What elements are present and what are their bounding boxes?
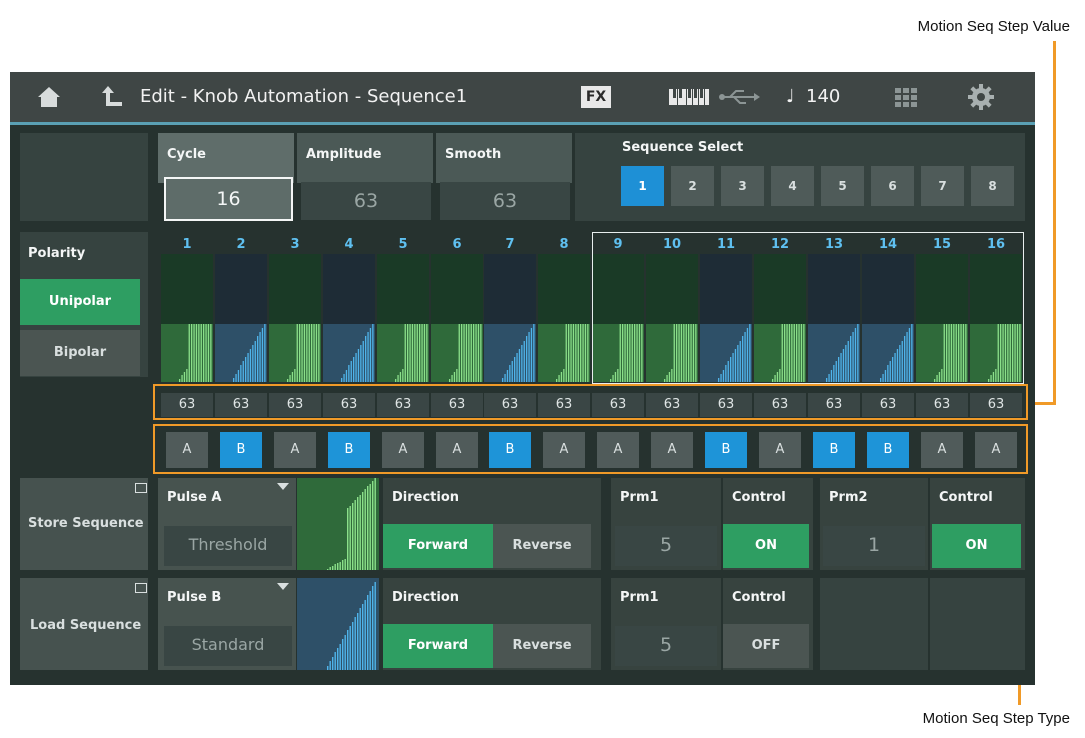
step-number: 4 (344, 237, 354, 252)
step-number: 8 (559, 237, 569, 252)
sequence-select-5[interactable]: 5 (821, 166, 864, 206)
bipolar-button[interactable]: Bipolar (20, 330, 140, 376)
step-wave-graphic (269, 324, 321, 382)
sequence-select-6[interactable]: 6 (871, 166, 914, 206)
sequence-select-1[interactable]: 1 (621, 166, 664, 206)
pulse-a-prm2-value[interactable]: 1 (823, 526, 925, 566)
left-top-panel (20, 133, 148, 221)
polarity-label: Polarity (28, 246, 86, 261)
dropdown-triangle-icon (277, 583, 289, 590)
step-type-annotation: Motion Seq Step Type (922, 710, 1070, 727)
dropdown-triangle-icon (277, 483, 289, 490)
step-number: 6 (452, 237, 462, 252)
pulse-a-curve-thumbnail (297, 478, 379, 570)
pulse-b-reverse-button[interactable]: Reverse (493, 624, 591, 668)
title-underline (10, 122, 1035, 125)
smooth-value[interactable]: 63 (440, 182, 570, 220)
sequence-select-7[interactable]: 7 (921, 166, 964, 206)
pulse-b-prm1-value[interactable]: 5 (615, 626, 717, 666)
pulse-b-empty-slot-2 (930, 578, 1025, 670)
window-icon (135, 583, 147, 593)
tempo-value[interactable]: 140 (806, 72, 840, 122)
step-wave-graphic (431, 324, 483, 382)
sequence-select-4[interactable]: 4 (771, 166, 814, 206)
sequence-select-8[interactable]: 8 (971, 166, 1014, 206)
unipolar-button[interactable]: Unipolar (20, 279, 140, 325)
quarter-note-icon: ♩ (786, 86, 795, 107)
smooth-label: Smooth (436, 133, 572, 183)
pulse-b-curve-thumbnail (297, 578, 379, 670)
step-wave-graphic (538, 324, 590, 382)
home-icon[interactable] (36, 84, 62, 110)
step-type-highlight (153, 424, 1028, 474)
page-title: Edit - Knob Automation - Sequence1 (140, 86, 468, 107)
store-sequence-label: Store Sequence (28, 516, 144, 531)
pulse-a-reverse-button[interactable]: Reverse (493, 524, 591, 568)
step-number: 5 (398, 237, 408, 252)
keyboard-icon[interactable] (668, 86, 710, 108)
sequence-select-2[interactable]: 2 (671, 166, 714, 206)
amplitude-label: Amplitude (297, 133, 433, 183)
step-wave-graphic (161, 324, 213, 382)
step-number: 2 (236, 237, 246, 252)
pulse-b-forward-button[interactable]: Forward (383, 624, 493, 668)
quick-access-icon[interactable] (893, 86, 921, 108)
step-number: 3 (290, 237, 300, 252)
pulse-b-empty-slot-1 (820, 578, 928, 670)
pulse-a-forward-button[interactable]: Forward (383, 524, 493, 568)
step-wave-graphic (323, 324, 375, 382)
cycle-label: Cycle (158, 133, 294, 183)
cycle-value[interactable]: 16 (164, 177, 293, 221)
load-sequence-label: Load Sequence (30, 618, 142, 633)
sequence-select-label: Sequence Select (622, 140, 744, 155)
sequence-select-3[interactable]: 3 (721, 166, 764, 206)
pulse-b-curve[interactable]: Standard (164, 626, 292, 666)
usb-icon (716, 86, 760, 108)
pulse-a-prm1-value[interactable]: 5 (615, 526, 717, 566)
fx-badge[interactable]: FX (581, 86, 611, 108)
step-number: 7 (505, 237, 515, 252)
pulse-a-curve[interactable]: Threshold (164, 526, 292, 566)
pulse-a-control1-toggle[interactable]: ON (723, 524, 809, 568)
step-number: 1 (182, 237, 192, 252)
gear-icon[interactable] (967, 83, 995, 111)
return-arrow-icon[interactable] (100, 84, 126, 110)
step-wave-graphic (215, 324, 267, 382)
pulse-b-control1-toggle[interactable]: OFF (723, 624, 809, 668)
step-value-leader-line (1053, 41, 1056, 404)
step-wave-graphic (377, 324, 429, 382)
amplitude-value[interactable]: 63 (301, 182, 431, 220)
step-value-annotation: Motion Seq Step Value (917, 18, 1070, 35)
step-wave-graphic (484, 324, 536, 382)
active-steps-frame (592, 232, 1024, 384)
window-icon (135, 483, 147, 493)
pulse-a-control2-toggle[interactable]: ON (932, 524, 1021, 568)
step-value-highlight (153, 384, 1028, 420)
